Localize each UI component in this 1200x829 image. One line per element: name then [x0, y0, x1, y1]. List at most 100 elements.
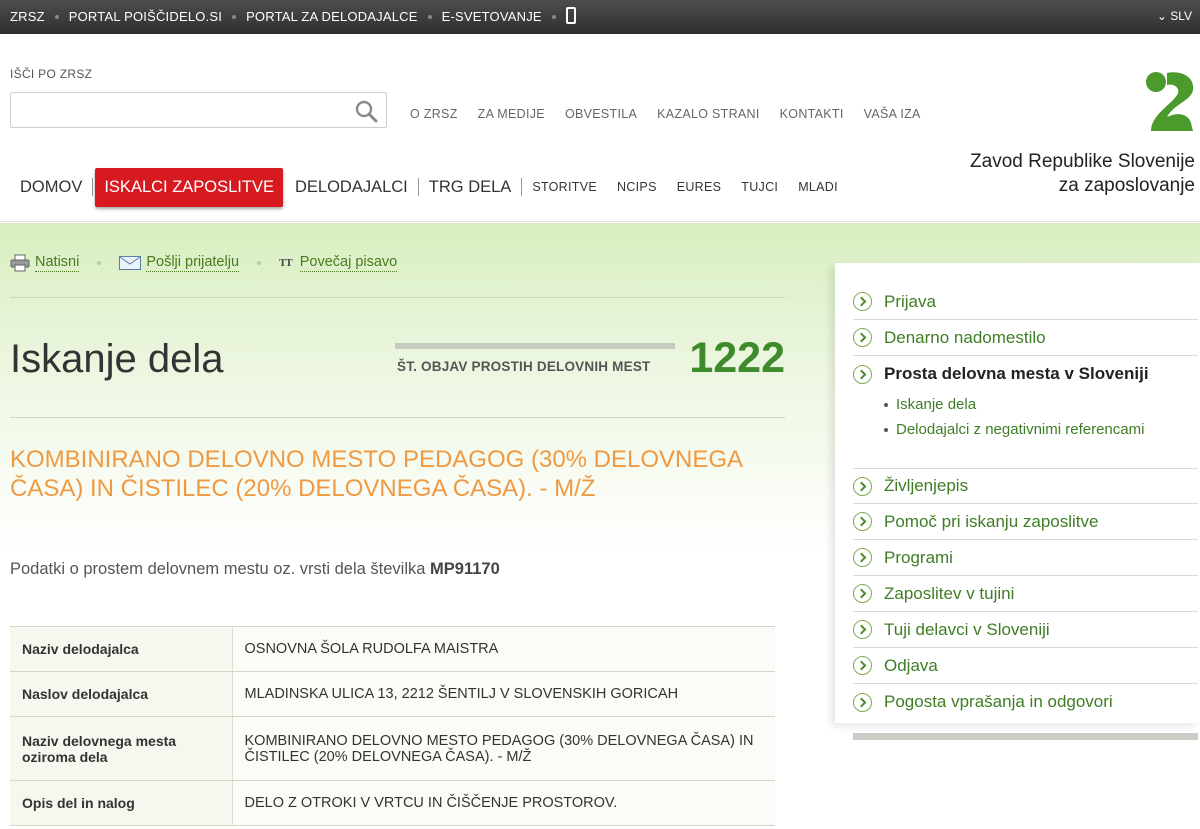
sidebar-item-tuji-delavci[interactable]: Tuji delavci v Sloveniji: [853, 612, 1198, 648]
search-input[interactable]: [11, 93, 341, 127]
nav-ncips[interactable]: NCIPS: [607, 180, 667, 194]
sidebar-subitem-label: Delodajalci z negativnimi referencami: [896, 421, 1145, 438]
bullet-icon: [884, 402, 888, 407]
printer-icon: [10, 254, 30, 272]
separator-dot: [257, 261, 262, 265]
table-row: Naziv delodajalca OSNOVNA ŠOLA RUDOLFA M…: [10, 626, 775, 672]
nav-iskalci-zaposlitve[interactable]: ISKALCI ZAPOSLITVE: [95, 167, 283, 207]
util-link-za-medije[interactable]: ZA MEDIJE: [478, 107, 545, 121]
detail-value: OSNOVNA ŠOLA RUDOLFA MAISTRA: [232, 626, 775, 672]
chevron-circle-icon: [853, 364, 872, 384]
sidebar-item-zaposlitev-v-tujini[interactable]: Zaposlitev v tujini: [853, 576, 1198, 612]
sidebar-item-pogosta-vprasanja[interactable]: Pogosta vprašanja in odgovori: [853, 684, 1198, 720]
vacancy-counter: ŠT. OBJAV PROSTIH DELOVNIH MEST 1222: [395, 334, 785, 382]
nav-storitve[interactable]: STORITVE: [522, 180, 607, 194]
page-tools: Natisni Pošlji prijatelju TT Povečaj pis…: [10, 254, 398, 272]
job-details-table: Naziv delodajalca OSNOVNA ŠOLA RUDOLFA M…: [10, 626, 775, 826]
sidebar-item-label: Pomoč pri iskanju zaposlitve: [884, 511, 1099, 531]
sidebar-item-label: Tuji delavci v Sloveniji: [884, 619, 1050, 639]
sidebar-item-label: Denarno nadomestilo: [884, 327, 1046, 347]
org-name-line1: Zavod Republike Slovenije: [970, 151, 1195, 172]
detail-key: Naziv delodajalca: [10, 626, 233, 672]
detail-value: DELO Z OTROKI V VRTCU IN ČIŠČENJE PROSTO…: [232, 780, 775, 826]
chevron-circle-icon: [853, 656, 872, 675]
sidebar-subitem-negativne-reference[interactable]: Delodajalci z negativnimi referencami: [884, 421, 1144, 438]
separator-dot: [427, 14, 432, 19]
nav-delodajalci[interactable]: DELODAJALCI: [285, 178, 418, 197]
print-link[interactable]: Natisni: [35, 254, 80, 272]
print-tool[interactable]: Natisni: [10, 254, 80, 272]
sidebar-subitem-label: Iskanje dela: [896, 396, 977, 413]
nav-mladi[interactable]: MLADI: [788, 180, 848, 194]
counter-bar: [395, 343, 675, 349]
sidebar-item-label: Prijava: [884, 291, 936, 311]
counter-label: ŠT. OBJAV PROSTIH DELOVNIH MEST: [397, 359, 651, 374]
org-name-line2: za zaposlovanje: [1058, 175, 1195, 196]
mobile-phone-icon[interactable]: [565, 7, 576, 24]
chevron-circle-icon: [853, 692, 872, 712]
nav-divider: [92, 178, 94, 196]
separator-dot: [232, 14, 237, 19]
search-icon[interactable]: [354, 99, 378, 123]
sidebar-item-odjava[interactable]: Odjava: [853, 648, 1198, 684]
job-reference-text: Podatki o prostem delovnem mestu oz. vrs…: [10, 560, 426, 578]
envelope-icon: [119, 256, 142, 270]
sidebar-bottom-bar: [853, 733, 1198, 740]
chevron-circle-icon: [853, 548, 872, 567]
sidebar-item-label: Programi: [884, 547, 953, 567]
sidebar-subitem-iskanje-dela[interactable]: Iskanje dela: [884, 396, 976, 413]
font-size-icon: TT: [279, 257, 293, 269]
util-link-o-zrsz[interactable]: O ZRSZ: [410, 107, 458, 121]
language-selector[interactable]: ⌄ SLV: [1157, 9, 1192, 23]
main-nav: DOMOV ISKALCI ZAPOSLITVE DELODAJALCI TRG…: [10, 167, 848, 207]
detail-value: KOMBINIRANO DELOVNO MESTO PEDAGOG (30% D…: [232, 716, 775, 781]
nav-eures[interactable]: EURES: [667, 180, 732, 194]
util-link-kontakti[interactable]: KONTAKTI: [780, 107, 844, 121]
top-links: ZRSZ PORTAL POIŠČIDELO.SI PORTAL ZA DELO…: [10, 7, 576, 24]
util-link-kazalo-strani[interactable]: KAZALO STRANI: [657, 107, 760, 121]
job-reference-number: MP91170: [430, 560, 500, 578]
divider-line: [10, 297, 785, 298]
bullet-icon: [884, 427, 888, 432]
top-link-portal-poiscidelo[interactable]: PORTAL POIŠČIDELO.SI: [69, 9, 222, 24]
organization-name: Zavod Republike Slovenije za zaposlovanj…: [970, 150, 1195, 198]
table-row: Naslov delodajalca MLADINSKA ULICA 13, 2…: [10, 671, 775, 717]
nav-trg-dela[interactable]: TRG DELA: [419, 178, 522, 197]
search-box: [10, 92, 387, 128]
sidebar-item-prijava[interactable]: Prijava: [853, 284, 1198, 320]
top-link-e-svetovanje[interactable]: E-SVETOVANJE: [442, 9, 542, 24]
sidebar-item-denarno-nadomestilo[interactable]: Denarno nadomestilo: [853, 320, 1198, 356]
font-size-tool[interactable]: TT Povečaj pisavo: [279, 254, 398, 272]
detail-key: Naslov delodajalca: [10, 671, 233, 717]
sidebar-item-programi[interactable]: Programi: [853, 540, 1198, 576]
chevron-circle-icon: [853, 584, 872, 603]
page-title: Iskanje dela: [10, 337, 224, 381]
sidebar-item-zivljenjepis[interactable]: Življenjepis: [853, 468, 1198, 504]
send-friend-link[interactable]: Pošlji prijatelju: [146, 254, 240, 272]
sidebar-item-label: Prosta delovna mesta v Sloveniji: [884, 364, 1149, 383]
top-link-portal-delodajalci[interactable]: PORTAL ZA DELODAJALCE: [246, 9, 418, 24]
separator-dot: [97, 261, 102, 265]
zrsz-logo[interactable]: [1145, 71, 1197, 131]
chevron-circle-icon: [853, 292, 872, 311]
search-label: IŠČI PO ZRSZ: [10, 67, 93, 81]
utility-nav: O ZRSZ ZA MEDIJE OBVESTILA KAZALO STRANI…: [410, 107, 941, 121]
sidebar-nav: Prijava Denarno nadomestilo Prosta delov…: [835, 263, 1200, 723]
chevron-circle-icon: [853, 476, 872, 496]
counter-value: 1222: [689, 334, 785, 382]
sidebar-item-label: Pogosta vprašanja in odgovori: [884, 692, 1113, 711]
nav-domov[interactable]: DOMOV: [10, 178, 92, 197]
util-link-vasa-iza[interactable]: VAŠA IZA: [864, 107, 921, 121]
divider-line: [10, 417, 785, 418]
send-friend-tool[interactable]: Pošlji prijatelju: [119, 254, 240, 272]
util-link-obvestila[interactable]: OBVESTILA: [565, 107, 637, 121]
nav-tujci[interactable]: TUJCI: [731, 180, 788, 194]
top-link-zrsz[interactable]: ZRSZ: [10, 9, 45, 24]
font-size-link[interactable]: Povečaj pisavo: [299, 254, 398, 272]
detail-key: Opis del in nalog: [10, 780, 233, 826]
table-row: Opis del in nalog DELO Z OTROKI V VRTCU …: [10, 780, 775, 826]
chevron-circle-icon: [853, 620, 872, 639]
table-row: Naziv delovnega mesta oziroma dela KOMBI…: [10, 716, 775, 781]
sidebar-item-pomoc-pri-iskanju[interactable]: Pomoč pri iskanju zaposlitve: [853, 504, 1198, 540]
sidebar-item-prosta-delovna-mesta[interactable]: Prosta delovna mesta v Sloveniji: [853, 356, 1198, 392]
